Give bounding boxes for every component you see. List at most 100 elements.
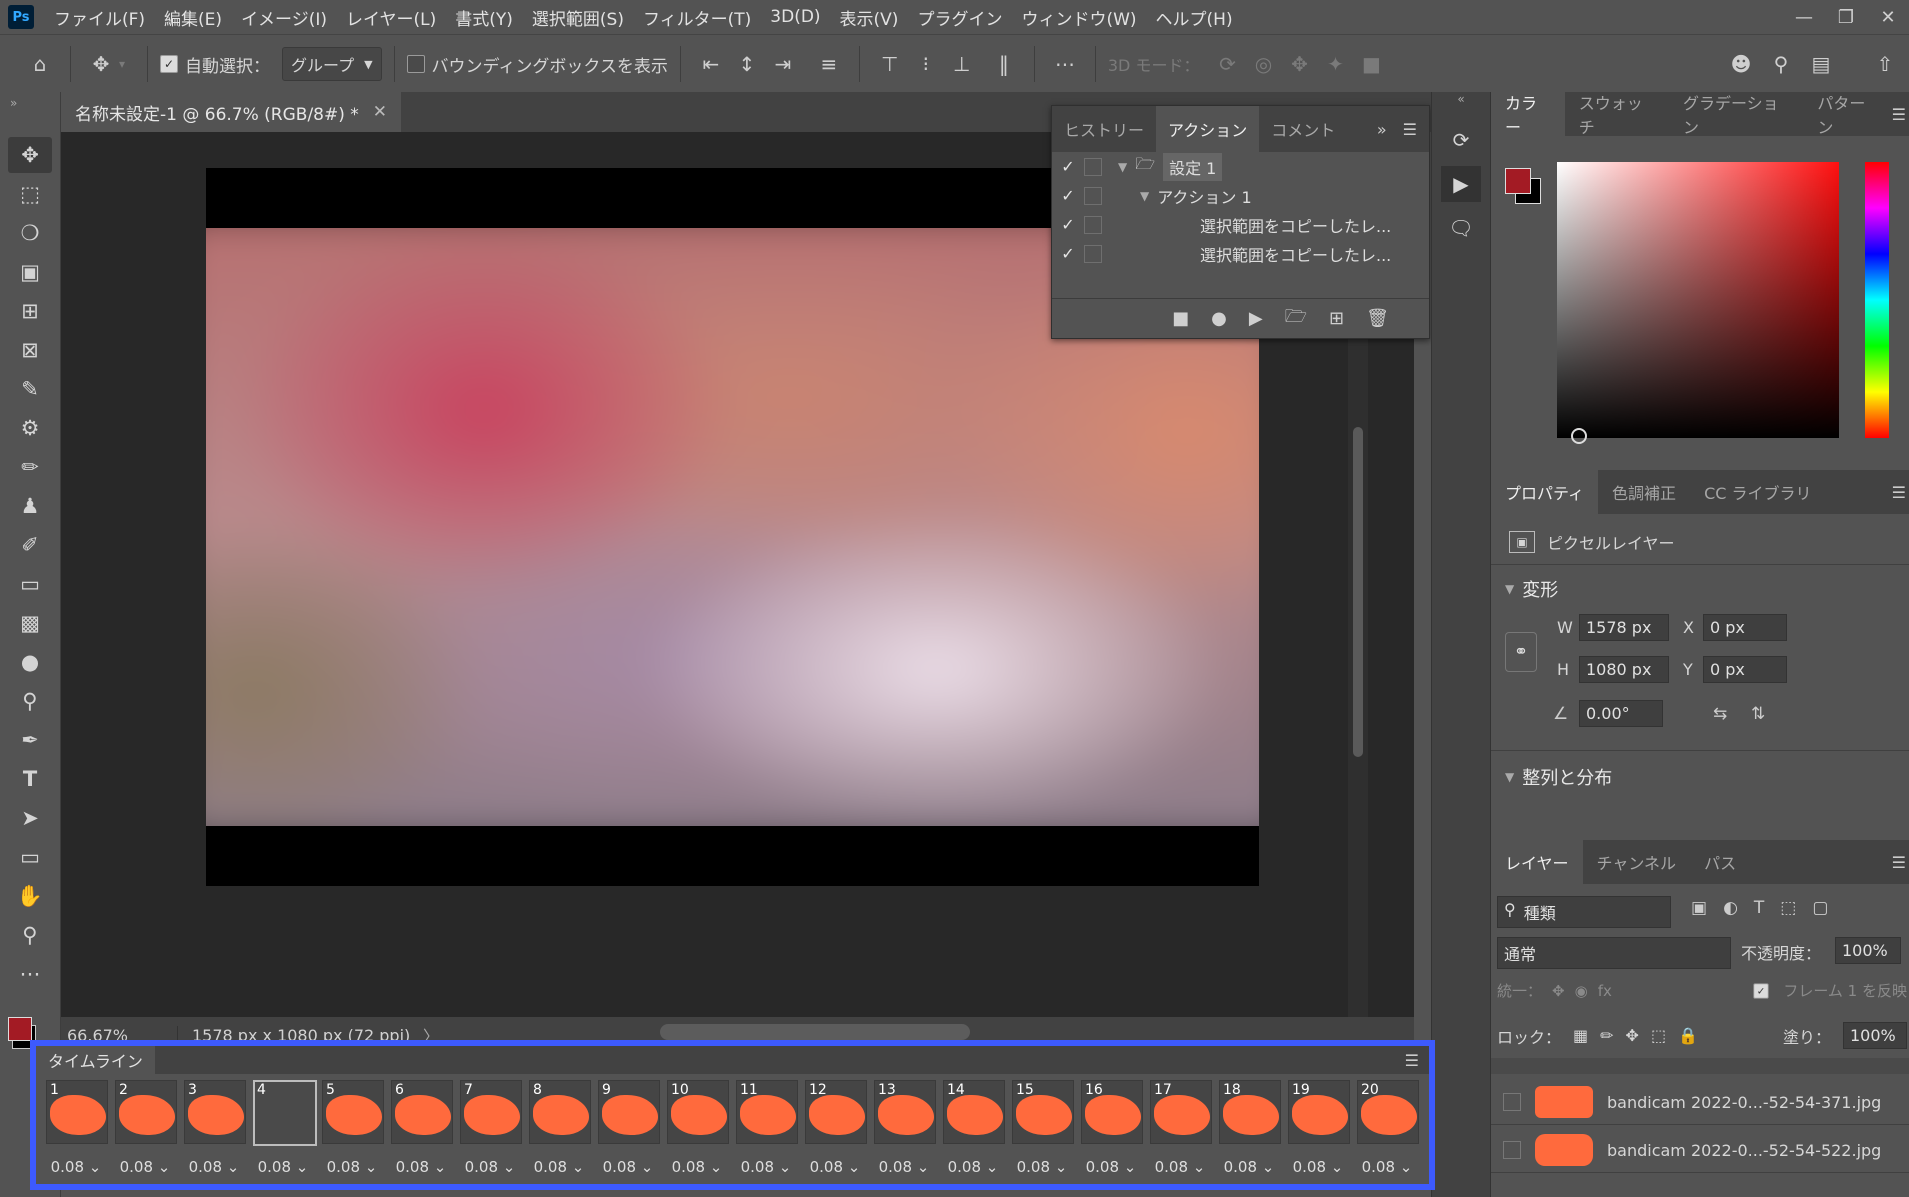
timeline-frame[interactable]: 12 0.08 ⌄ [803,1076,867,1182]
lasso-tool-icon[interactable]: ❍ [8,215,52,251]
distribute-vertical-icon[interactable]: ‖ [986,46,1022,82]
delete-icon[interactable]: 🗑 [1366,308,1389,329]
frame-delay[interactable]: 0.08 ⌄ [1010,1158,1074,1176]
dialog-toggle[interactable] [1084,157,1102,176]
flip-horizontal-icon[interactable]: ⇆ [1713,704,1727,724]
tab-properties[interactable]: プロパティ [1491,470,1599,514]
width-field[interactable]: 1578 px [1579,614,1669,641]
panel-menu-icon[interactable]: ☰ [1892,105,1906,124]
hand-tool-icon[interactable]: ✋ [8,878,52,914]
3d-roll-icon[interactable]: ◎ [1245,46,1281,82]
y-field[interactable]: 0 px [1703,656,1787,683]
share-user-icon[interactable]: ☻ [1723,46,1759,82]
hue-slider[interactable] [1865,162,1889,438]
frame-delay[interactable]: 0.08 ⌄ [113,1158,177,1176]
frame-delay[interactable]: 0.08 ⌄ [320,1158,384,1176]
frame-delay[interactable]: 0.08 ⌄ [458,1158,522,1176]
frame-delay[interactable]: 0.08 ⌄ [182,1158,246,1176]
tab-gradients[interactable]: グラデーション [1669,92,1803,137]
menu-select[interactable]: 選択範囲(S) [532,5,624,30]
3d-camera-icon[interactable]: ■ [1353,46,1389,82]
timeline-frame[interactable]: 10 0.08 ⌄ [665,1076,729,1182]
menu-3d[interactable]: 3D(D) [770,7,820,27]
align-right-icon[interactable]: ⇥ [765,46,801,82]
pen-tool-icon[interactable]: ✒ [8,722,52,758]
frame-delay[interactable]: 0.08 ⌄ [251,1158,315,1176]
filter-smart-object-icon[interactable]: ▢ [1812,898,1828,918]
foreground-color-swatch[interactable] [1505,168,1531,194]
timeline-frame[interactable]: 2 0.08 ⌄ [113,1076,177,1182]
menu-image[interactable]: イメージ(I) [241,5,327,30]
tab-swatches[interactable]: スウォッチ [1565,92,1669,137]
chevron-down-icon[interactable]: ▾ [119,57,125,71]
lock-paint-icon[interactable]: ✏ [1600,1026,1613,1045]
menu-edit[interactable]: 編集(E) [164,5,222,30]
align-center-h-icon[interactable]: ↕ [729,46,765,82]
align-left-icon[interactable]: ⇤ [693,46,729,82]
visibility-toggle[interactable] [1503,1141,1521,1159]
auto-select-checkbox[interactable]: ✓ [160,55,179,73]
timeline-frame[interactable]: 17 0.08 ⌄ [1148,1076,1212,1182]
chevron-down-icon[interactable]: ▼ [1118,160,1127,174]
timeline-frame[interactable]: 6 0.08 ⌄ [389,1076,453,1182]
unify-visibility-icon[interactable]: ◉ [1575,982,1588,1000]
layer-filter-dropdown[interactable]: ⚲ 種類 [1497,896,1671,928]
record-icon[interactable]: ● [1211,308,1227,329]
frame-delay[interactable]: 0.08 ⌄ [44,1158,108,1176]
brush-tool-icon[interactable]: ✏ [8,449,52,485]
collapse-toolbar-icon[interactable]: » [0,92,60,134]
tab-color[interactable]: カラー [1491,92,1565,137]
menu-layer[interactable]: レイヤー(L) [346,5,436,30]
horizontal-scrollbar[interactable] [660,1024,970,1040]
stop-icon[interactable]: ■ [1172,308,1189,329]
frame-delay[interactable]: 0.08 ⌄ [665,1158,729,1176]
timeline-frame[interactable]: 18 0.08 ⌄ [1217,1076,1281,1182]
document-tab[interactable]: 名称未設定-1 @ 66.7% (RGB/8#) * ✕ [61,92,402,132]
folder-icon[interactable]: 🗁 [1285,304,1307,334]
dialog-toggle[interactable] [1084,244,1102,263]
action-set-row[interactable]: ✓ ▼ 🗁 設定 1 [1052,152,1429,181]
timeline-frame[interactable]: 7 0.08 ⌄ [458,1076,522,1182]
flip-vertical-icon[interactable]: ⇅ [1751,704,1765,724]
frame-delay[interactable]: 0.08 ⌄ [1148,1158,1212,1176]
marquee-tool-icon[interactable]: ⬚ [8,176,52,212]
move-tool-icon[interactable]: ✥ [83,46,119,82]
comments-panel-icon[interactable]: 🗨 [1441,210,1481,246]
align-top-icon[interactable]: ⊤ [872,46,908,82]
gradient-tool-icon[interactable]: ▩ [8,605,52,641]
frame-delay[interactable]: 0.08 ⌄ [1355,1158,1419,1176]
align-bottom-icon[interactable]: ⊥ [944,46,980,82]
action-step-row[interactable]: ✓ 選択範囲をコピーしたレ... [1052,210,1429,239]
timeline-frame[interactable]: 20 0.08 ⌄ [1355,1076,1419,1182]
frame-delay[interactable]: 0.08 ⌄ [1286,1158,1350,1176]
dodge-tool-icon[interactable]: ⚲ [8,683,52,719]
fill-field[interactable]: 100% [1843,1022,1907,1049]
panel-menu-icon[interactable]: ☰ [1892,853,1906,872]
lock-all-icon[interactable]: 🔒 [1678,1026,1698,1045]
rectangle-tool-icon[interactable]: ▭ [8,839,52,875]
menu-help[interactable]: ヘルプ(H) [1156,5,1233,30]
frame-delay[interactable]: 0.08 ⌄ [941,1158,1005,1176]
dialog-toggle[interactable] [1084,215,1102,234]
close-tab-icon[interactable]: ✕ [373,102,387,122]
frame-delay[interactable]: 0.08 ⌄ [872,1158,936,1176]
frame-delay[interactable]: 0.08 ⌄ [596,1158,660,1176]
bbox-checkbox[interactable] [406,55,425,73]
layer-name[interactable]: bandicam 2022-0...-52-54-522.jpg [1607,1141,1881,1160]
blend-mode-dropdown[interactable]: 通常 [1497,937,1731,969]
panel-menu-icon[interactable]: ☰ [1892,483,1906,502]
opacity-field[interactable]: 100% [1835,937,1901,964]
search-icon[interactable]: ⚲ [1763,46,1799,82]
eyedropper-tool-icon[interactable]: ✎ [8,371,52,407]
visibility-toggle[interactable] [1503,1093,1521,1111]
share-icon[interactable]: ⇧ [1867,46,1903,82]
angle-field[interactable]: 0.00° [1579,700,1663,727]
minimize-icon[interactable]: — [1783,7,1825,28]
menu-view[interactable]: 表示(V) [840,5,899,30]
frame-tool-icon[interactable]: ⊠ [8,332,52,368]
history-brush-icon[interactable]: ✐ [8,527,52,563]
restore-icon[interactable]: ❐ [1825,7,1867,28]
propagate-frame-option[interactable]: ✓ フレーム 1 を反映 [1752,980,1907,1001]
layer-name[interactable]: bandicam 2022-0...-52-54-371.jpg [1607,1093,1881,1112]
frame-delay[interactable]: 0.08 ⌄ [527,1158,591,1176]
